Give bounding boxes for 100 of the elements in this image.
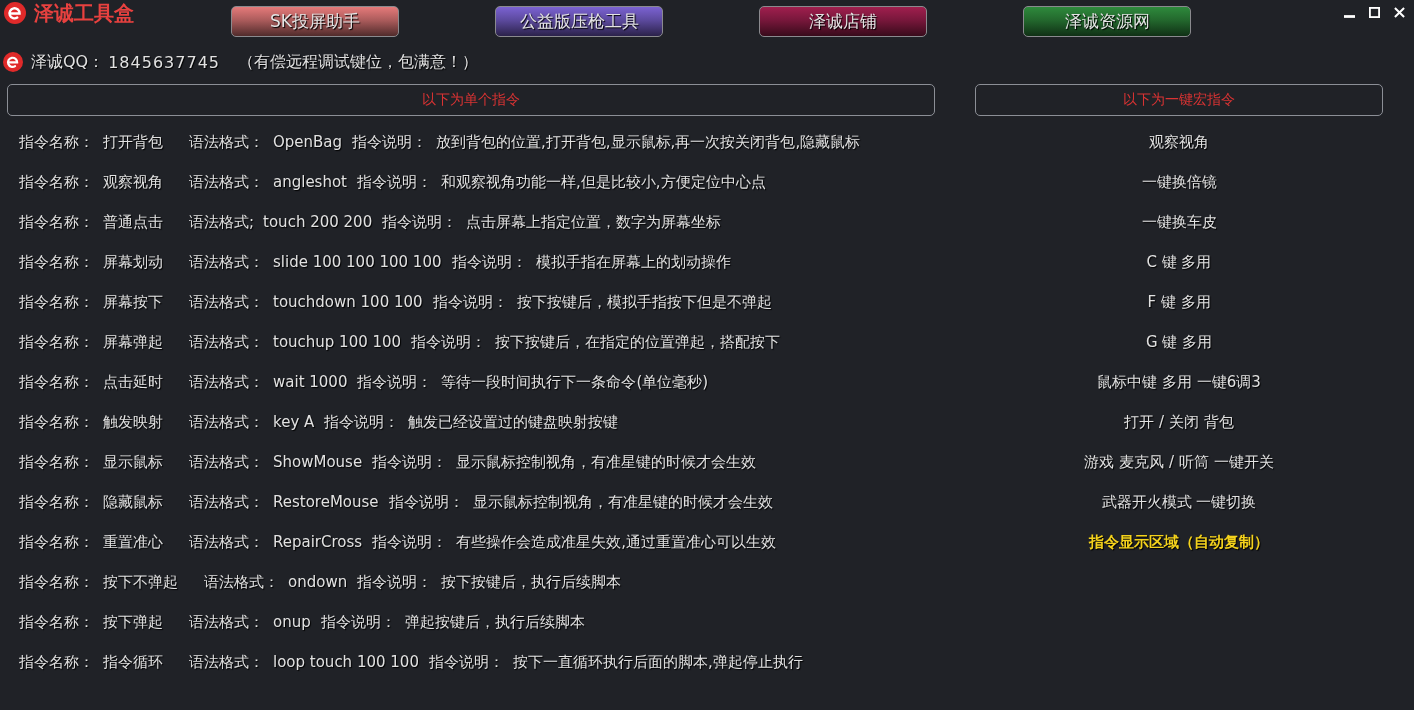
command-name: 点击延时 [103, 372, 163, 392]
minimize-icon[interactable] [1344, 14, 1355, 18]
field-label: 语法格式： [189, 652, 264, 672]
macro-command[interactable]: G 键 多用 [1145, 332, 1213, 352]
field-label: 语法格式： [189, 412, 264, 432]
field-label: 语法格式： [189, 332, 264, 352]
command-syntax: touchup 100 100 [273, 333, 402, 351]
link-button[interactable]: 公益版压枪工具 [495, 6, 663, 37]
macro-command[interactable]: 一键换车皮 [1141, 212, 1217, 232]
macro-command[interactable]: 武器开火模式 一键切换 [1101, 492, 1257, 512]
command-description: 点击屏幕上指定位置，数字为屏幕坐标 [466, 212, 722, 232]
command-syntax: slide 100 100 100 100 [273, 253, 442, 271]
command-name: 显示鼠标 [103, 452, 163, 472]
command-description: 有些操作会造成准星失效,通过重置准心可以生效 [456, 532, 776, 552]
command-display-label: 指令显示区域（自动复制） [1089, 532, 1269, 552]
macro-command[interactable]: 游戏 麦克风 / 听筒 一键开关 [1084, 452, 1274, 472]
macro-command[interactable]: F 键 多用 [1147, 292, 1211, 312]
link-button[interactable]: 泽诚资源网 [1023, 6, 1191, 37]
command-syntax: key A [273, 413, 315, 431]
command-description: 显示鼠标控制视角，有准星键的时候才会生效 [456, 452, 757, 472]
field-label: 指令说明： [324, 412, 400, 432]
field-label: 指令说明： [411, 332, 487, 352]
field-label: 语法格式： [189, 492, 264, 512]
field-label: 语法格式： [189, 452, 264, 472]
field-label: 指令说明： [388, 492, 464, 512]
field-label: 指令名称： [19, 532, 94, 552]
field-label: 指令名称： [19, 652, 94, 672]
field-label: 语法格式： [204, 572, 279, 592]
field-label: 指令名称： [19, 132, 94, 152]
field-label: 指令说明： [357, 372, 433, 392]
command-syntax: OpenBag [273, 133, 343, 151]
command-syntax: angleshot [273, 173, 347, 191]
qq-label: 泽诚QQ： [31, 51, 105, 73]
field-label: 指令名称： [19, 172, 94, 192]
field-label: 指令说明： [357, 172, 432, 192]
command-syntax: touch 200 200 [263, 213, 373, 231]
section-header: 以下为一键宏指令 [975, 84, 1383, 116]
service-note: （有偿远程调试键位，包满意！） [238, 51, 478, 73]
macro-command[interactable]: C 键 多用 [1146, 252, 1212, 272]
command-syntax: ShowMouse [273, 453, 363, 471]
field-label: 指令名称： [19, 332, 94, 352]
field-label: 语法格式： [189, 132, 264, 152]
field-label: 语法格式： [189, 172, 264, 192]
command-description: 弹起按键后，执行后续脚本 [404, 612, 585, 632]
command-description: 按下一直循环执行后面的脚本,弹起停止执行 [512, 652, 803, 672]
field-label: 指令名称： [19, 412, 94, 432]
command-name: 打开背包 [103, 132, 163, 152]
link-button[interactable]: SK投屏助手 [231, 6, 399, 37]
field-label: 指令名称： [19, 212, 94, 232]
command-name: 触发映射 [103, 412, 163, 432]
command-description: 触发已经设置过的键盘映射按键 [408, 412, 619, 432]
logo-icon [4, 2, 26, 24]
field-label: 语法格式; [189, 212, 255, 232]
field-label: 指令说明： [320, 612, 396, 632]
link-button[interactable]: 泽诚店铺 [759, 6, 927, 37]
command-name: 隐藏鼠标 [103, 492, 163, 512]
command-description: 显示鼠标控制视角，有准星键的时候才会生效 [472, 492, 773, 512]
field-label: 语法格式： [189, 292, 264, 312]
command-name: 按下弹起 [103, 612, 163, 632]
field-label: 指令说明： [352, 132, 428, 152]
logo-icon [3, 52, 23, 72]
command-name: 按下不弹起 [103, 572, 178, 592]
command-syntax: RestoreMouse [273, 493, 379, 511]
field-label: 指令名称： [19, 612, 94, 632]
field-label: 指令名称： [19, 252, 94, 272]
command-name: 指令循环 [103, 652, 163, 672]
section-header: 以下为单个指令 [7, 84, 935, 116]
field-label: 指令说明： [428, 652, 504, 672]
command-name: 观察视角 [103, 172, 163, 192]
macro-command[interactable]: 观察视角 [1149, 132, 1209, 152]
command-syntax: onup [273, 613, 311, 631]
field-label: 指令说明： [451, 252, 527, 272]
command-name: 重置准心 [103, 532, 163, 552]
macro-command[interactable]: 一键换倍镜 [1141, 172, 1217, 192]
field-label: 语法格式： [189, 372, 264, 392]
command-description: 按下按键后，执行后续脚本 [441, 572, 622, 592]
macro-command[interactable]: 打开 / 关闭 背包 [1124, 412, 1234, 432]
maximize-icon[interactable] [1369, 6, 1380, 18]
command-name: 屏幕划动 [103, 252, 163, 272]
field-label: 语法格式： [189, 532, 264, 552]
app-title: 泽诚工具盒 [34, 1, 134, 25]
field-label: 指令名称： [19, 372, 94, 392]
field-label: 语法格式： [189, 252, 264, 272]
command-name: 屏幕弹起 [103, 332, 163, 352]
macro-command[interactable]: 鼠标中键 多用 一键6调3 [1097, 372, 1261, 392]
command-name: 屏幕按下 [103, 292, 163, 312]
field-label: 指令说明： [357, 572, 433, 592]
field-label: 指令名称： [19, 492, 94, 512]
command-syntax: ondown [288, 573, 348, 591]
command-description: 按下按键后，模拟手指按下但是不弹起 [516, 292, 772, 312]
command-syntax: loop touch 100 100 [273, 653, 419, 671]
command-description: 等待一段时间执行下一条命令(单位毫秒) [441, 372, 709, 392]
command-description: 按下按键后，在指定的位置弹起，搭配按下 [495, 332, 781, 352]
close-icon[interactable] [1394, 6, 1405, 18]
field-label: 语法格式： [189, 612, 264, 632]
field-label: 指令名称： [19, 572, 94, 592]
command-description: 和观察视角功能一样,但是比较小,方便定位中心点 [441, 172, 766, 192]
command-syntax: touchdown 100 100 [273, 293, 423, 311]
command-name: 普通点击 [103, 212, 163, 232]
field-label: 指令说明： [372, 452, 448, 472]
